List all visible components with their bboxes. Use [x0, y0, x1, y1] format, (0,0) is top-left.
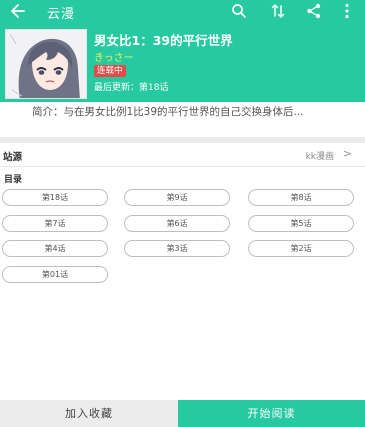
chapter-button[interactable]: 第18话	[2, 189, 108, 206]
source-label: 站源	[3, 152, 23, 163]
comic-synopsis: 简介：与在男女比例1比39的平行世界的自己交换身体后...	[10, 105, 358, 119]
chapter-button[interactable]: 第3话	[124, 240, 230, 257]
share-icon[interactable]	[305, 2, 323, 20]
search-icon[interactable]	[230, 2, 248, 20]
comic-detail-screen: 云漫 男女比1：39的平行世界 きっさー 连载中 最后更新：第18话 简介：与在…	[0, 0, 365, 427]
chapter-button[interactable]: 第4话	[2, 240, 108, 257]
top-app-bar: 云漫	[0, 0, 365, 25]
comic-header: 男女比1：39的平行世界 きっさー 连载中 最后更新：第18话	[0, 25, 365, 102]
back-arrow-icon[interactable]	[9, 1, 27, 21]
bottom-action-bar: 加入收藏 开始阅读	[0, 400, 365, 427]
last-update-label: 最后更新：	[94, 83, 140, 93]
add-to-favorites-button[interactable]: 加入收藏	[0, 400, 178, 427]
app-title: 云漫	[47, 7, 76, 22]
chapter-button[interactable]: 第8话	[248, 189, 354, 206]
chevron-right-icon: >	[342, 147, 352, 160]
comic-title: 男女比1：39的平行世界	[94, 33, 233, 48]
chapter-button[interactable]: 第6话	[124, 215, 230, 232]
source-selector[interactable]: 站源 kk漫画 >	[0, 143, 365, 165]
source-value: kk漫画	[305, 152, 334, 162]
synopsis-label: 简介：	[32, 106, 64, 118]
synopsis-text: 与在男女比例1比39的平行世界的自己交换身体后...	[63, 106, 304, 118]
comic-cover-image[interactable]	[5, 29, 87, 99]
chapter-button[interactable]: 第5话	[248, 215, 354, 232]
sort-icon[interactable]	[269, 2, 287, 20]
cover-illustration	[6, 30, 86, 98]
chapter-button[interactable]: 第2话	[248, 240, 354, 257]
chapter-button[interactable]: 第9话	[124, 189, 230, 206]
last-update-value: 第18话	[139, 83, 169, 93]
chapter-button[interactable]: 第7话	[2, 215, 108, 232]
comic-author: きっさー	[94, 53, 134, 64]
start-reading-button[interactable]: 开始阅读	[178, 400, 365, 427]
chapter-button[interactable]: 第01话	[2, 266, 108, 283]
last-update: 最后更新：第18话	[94, 80, 168, 93]
divider-line	[0, 166, 365, 167]
catalog-label: 目录	[4, 175, 23, 185]
status-badge: 连载中	[94, 65, 126, 77]
more-vertical-icon[interactable]	[338, 2, 356, 20]
